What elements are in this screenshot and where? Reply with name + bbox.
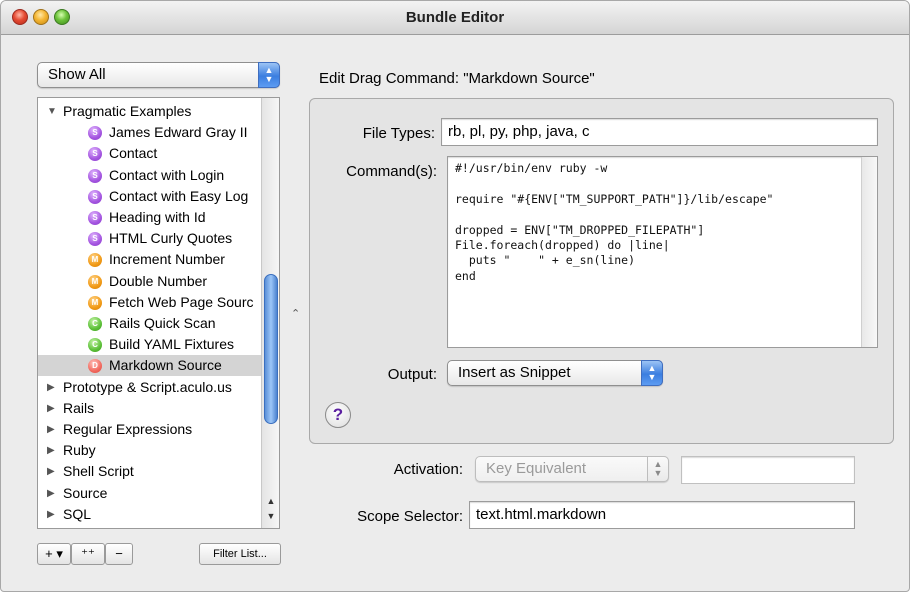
tree-folder-row[interactable]: ▶ Source [38,483,262,504]
tree-item-label: Markdown Source [109,357,222,374]
tree-item-row[interactable]: S Contact with Easy Log [38,186,262,207]
tree-item-label: Build YAML Fixtures [109,336,235,353]
tree-item-label: Contact [109,145,158,162]
disclosure-closed-icon[interactable]: ▶ [47,461,59,482]
tree-item-row[interactable]: S James Edward Gray II [38,122,262,143]
add-item-button[interactable]: ⁺⁺ [71,543,105,565]
tree-item-label: Fetch Web Page Sourc [109,293,254,310]
bundle-editor-window: Bundle Editor Show All ▲ ▼ ▼ Pragmatic Exa… [0,0,910,592]
filter-list-button[interactable]: Filter List... [199,543,281,565]
scroll-up-arrow-icon[interactable]: ▲ [262,494,279,508]
tree-item-label: Rails Quick Scan [109,315,216,331]
scroll-down-arrow-icon[interactable]: ▼ [262,509,279,523]
purple-s-badge-icon: S [88,189,102,204]
disclosure-closed-icon[interactable]: ▶ [47,504,59,525]
tree-folder-row[interactable]: ▶ Shell Script [38,461,262,482]
purple-s-badge-icon: S [88,147,102,162]
activation-popup[interactable]: Key Equivalent ▲ ▼ [475,456,669,482]
add-menu-button[interactable]: + ▾ [37,543,71,565]
popup-arrows-icon: ▲ ▼ [641,360,663,386]
tree-folder-label: Regular Expressions [63,421,193,437]
purple-s-badge-icon: S [88,168,102,183]
tree-item-label: Contact with Easy Log [109,187,249,204]
tree-item-row[interactable]: S HTML Curly Quotes [38,228,262,249]
disclosure-closed-icon[interactable]: ▶ [47,398,59,419]
tree-folder-label: Shell Script [63,463,134,480]
help-button[interactable]: ? [325,402,351,428]
window-title: Bundle Editor [405,9,505,26]
tree-folder-label: Rails [63,399,95,416]
output-label: Output: [387,366,437,383]
activation-label: Activation: [393,461,463,478]
disclosure-closed-icon[interactable]: ▶ [47,377,59,398]
show-filter-value: Show All [48,66,106,83]
tree-folder-row[interactable]: ▶ SQL [38,504,262,525]
purple-s-badge-icon: S [88,211,102,225]
tree-item-label: Contact with Login [109,166,225,183]
tree-item-row[interactable]: C Rails Quick Scan [38,313,262,334]
tree-folder-row[interactable]: ▶ Prototype & Script.aculo.us [38,377,262,398]
tree-folder-row[interactable]: ▶ Ruby [38,440,262,461]
tree-item-row[interactable]: S Contact with Login [38,165,262,186]
green-c-badge-icon: C [88,317,102,331]
title-bar[interactable]: Bundle Editor [1,1,909,35]
remove-button[interactable]: − [105,543,133,565]
popup-arrows-icon: ▲ ▼ [647,456,669,482]
orange-m-badge-icon: M [88,295,102,310]
scope-selector-label: Scope Selector: [357,508,463,525]
scope-selector-field[interactable]: text.html.markdown [469,501,855,529]
tree-folder-label: Source [63,484,108,501]
disclosure-closed-icon[interactable]: ▶ [47,440,59,461]
tree-item-row[interactable]: D Markdown Source [38,355,262,377]
tree-item-row[interactable]: S Contact [38,143,262,164]
output-value: Insert as Snippet [458,364,571,381]
tree-folder-label: Ruby [63,442,96,459]
tree-item-label: Increment Number [109,251,225,268]
key-equivalent-field[interactable] [681,456,855,484]
popup-arrows-icon: ▲ ▼ [258,62,280,88]
disclosure-closed-icon[interactable]: ▶ [47,419,59,440]
disclosure-closed-icon[interactable]: ▶ [47,483,59,504]
tree-item-label: Double Number [109,272,208,289]
tree-scrollbar[interactable]: ▲ ▼ [261,98,279,528]
green-c-badge-icon: C [88,338,102,353]
command-text: #!/usr/bin/env ruby -w require "#{ENV["T… [455,161,774,283]
file-types-label: File Types: [362,125,435,142]
tree-folder-row[interactable]: ▶ Regular Expressions [38,419,262,440]
tree-item-row[interactable]: M Double Number [38,271,262,292]
purple-s-badge-icon: S [88,126,102,141]
tree-folder-label: Prototype & Script.aculo.us [63,378,232,395]
commands-label: Command(s): [346,163,437,180]
editor-heading: Edit Drag Command: "Markdown Source" [319,70,595,87]
red-d-badge-icon: D [88,359,102,374]
tree-folder-label: Pragmatic Examples [63,103,192,119]
tree-item-label: HTML Curly Quotes [109,230,233,247]
tree-scroll-thumb[interactable] [264,274,278,424]
bundle-tree[interactable]: ▼ Pragmatic Examples S James Edward Gray II… [37,97,280,529]
file-types-field[interactable]: rb, pl, py, php, java, c [441,118,878,146]
tree-folder-row[interactable]: ▼ Pragmatic Examples [38,101,262,122]
show-filter-popup[interactable]: Show All ▲ ▼ [37,62,280,88]
command-editor[interactable]: #!/usr/bin/env ruby -w require "#{ENV["T… [447,156,878,348]
orange-m-badge-icon: M [88,253,102,268]
output-popup[interactable]: Insert as Snippet ▲ ▼ [447,360,663,386]
tree-folder-row[interactable]: ▶ Rails [38,398,262,419]
tree-folder-label: SQL [63,505,92,522]
orange-m-badge-icon: M [88,274,102,289]
tree-item-label: Heading with Id [109,209,206,225]
activation-value: Key Equivalent [486,460,587,477]
tree-item-row[interactable]: C Build YAML Fixtures [38,334,262,355]
disclosure-open-icon[interactable]: ▼ [47,101,59,122]
tree-item-row[interactable]: M Increment Number [38,249,262,270]
purple-s-badge-icon: S [88,232,102,247]
command-scrollbar[interactable] [861,157,877,347]
tree-item-row[interactable]: M Fetch Web Page Sourc [38,292,262,313]
split-handle-icon[interactable]: ⌃ [291,307,300,320]
tree-item-row[interactable]: S Heading with Id [38,207,262,228]
tree-item-label: James Edward Gray II [109,124,248,141]
